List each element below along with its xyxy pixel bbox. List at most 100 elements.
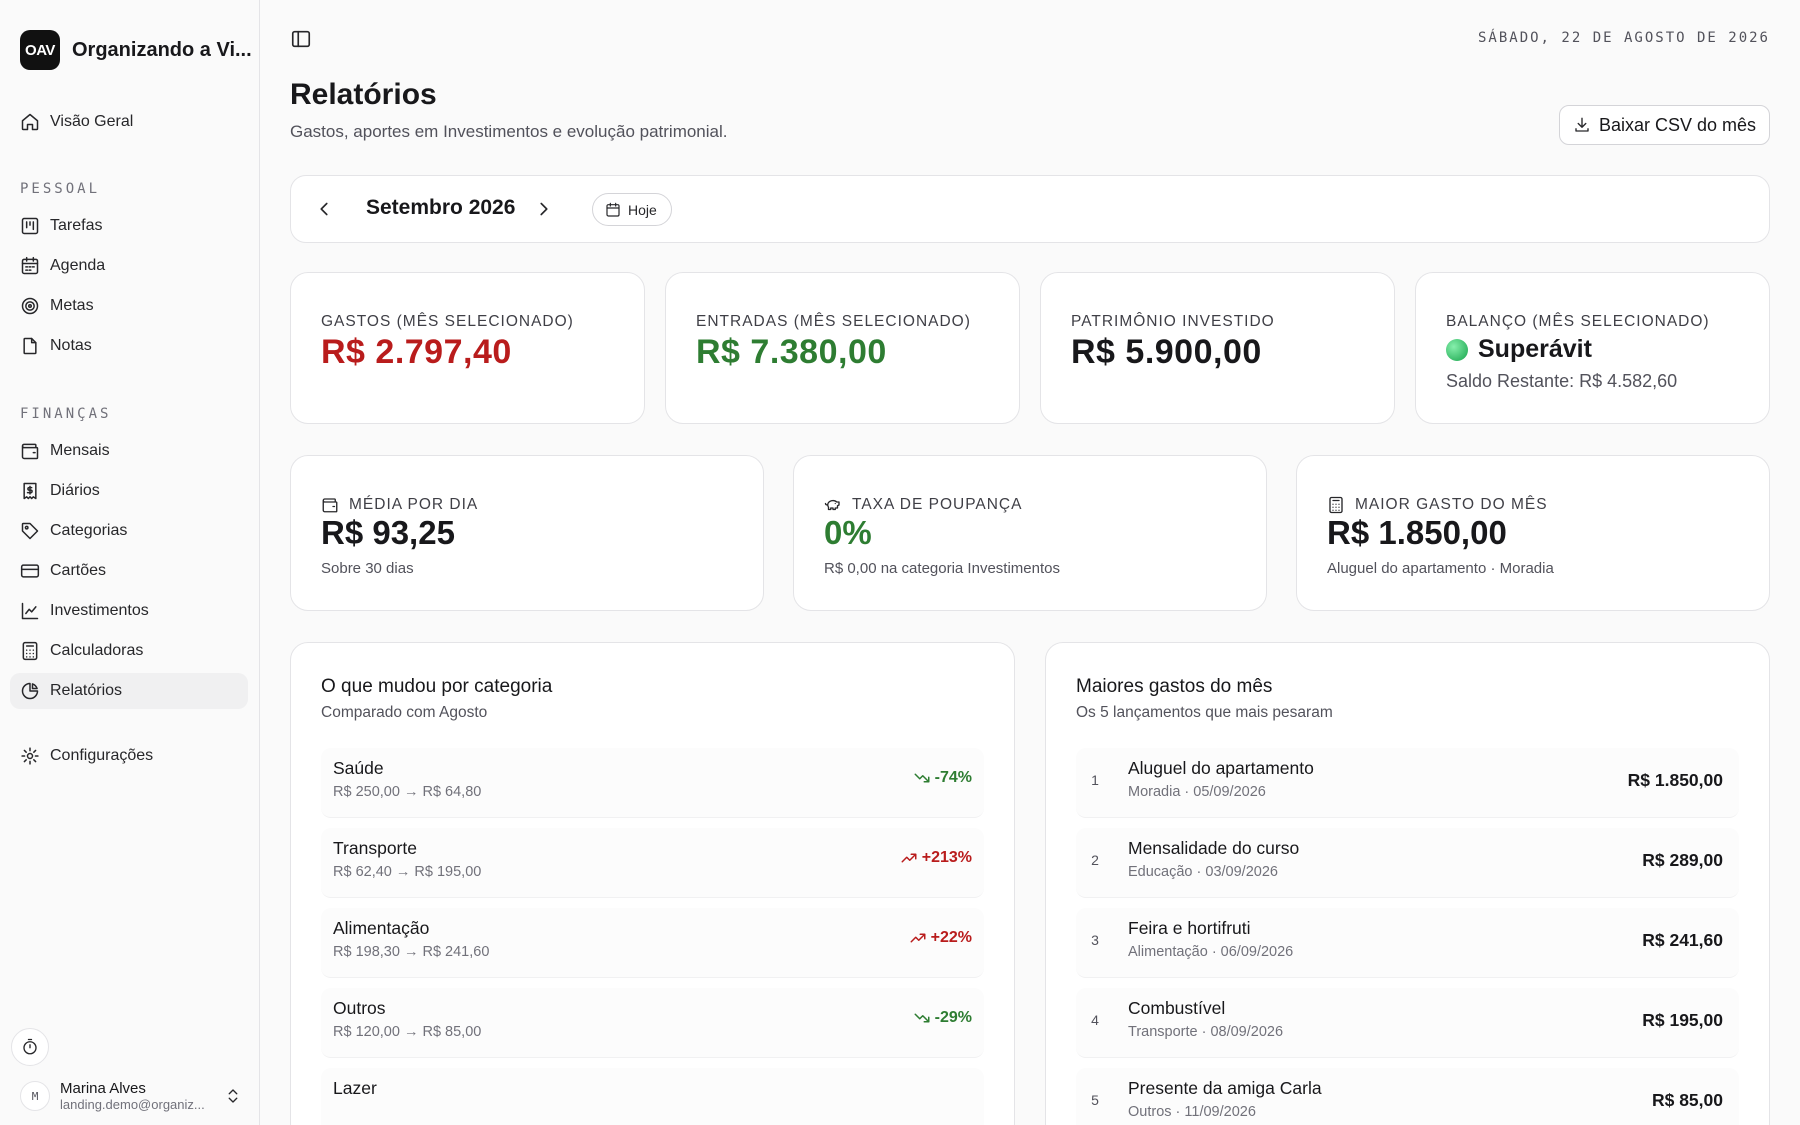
- user-name: Marina Alves: [60, 1080, 146, 1097]
- category-name: Alimentação: [333, 918, 430, 938]
- expense-name: Feira e hortifruti: [1128, 918, 1251, 938]
- expense-amount: R$ 85,00: [1651, 1090, 1723, 1110]
- balance-remaining: Saldo Restante: R$ 4.582,60: [1446, 371, 1678, 391]
- chevron-left-icon[interactable]: [313, 198, 335, 220]
- expense-rank: 4: [1091, 1012, 1099, 1028]
- metric-label: TAXA DE POUPANÇA: [824, 496, 1022, 514]
- panel-toggle-icon[interactable]: [290, 28, 312, 50]
- sidebar-item-label: Calculadoras: [50, 642, 144, 659]
- expense-detail: Outros · 11/09/2026: [1128, 1104, 1256, 1120]
- stat-label: PATRIMÔNIO INVESTIDO: [1071, 313, 1275, 330]
- sidebar-item-relatorios[interactable]: Relatórios: [10, 673, 248, 709]
- calendar-icon: [606, 202, 620, 217]
- top-expense-row: 4 Combustível Transporte · 08/09/2026 R$ 19…: [1076, 988, 1739, 1058]
- timer-button[interactable]: [11, 1028, 49, 1066]
- tag-icon: [21, 522, 39, 540]
- stat-card-invested: PATRIMÔNIO INVESTIDO R$ 5.900,00: [1040, 272, 1395, 424]
- expense-amount: R$ 289,00: [1642, 850, 1723, 870]
- sidebar-item-overview[interactable]: Visão Geral: [10, 104, 248, 140]
- sidebar-item-investimentos[interactable]: Investimentos: [10, 593, 248, 629]
- trending-up-icon: [901, 853, 917, 863]
- trending-up-icon: [910, 933, 926, 943]
- sidebar-item-label: Cartões: [50, 562, 107, 579]
- section-label-personal: PESSOAL: [20, 181, 101, 197]
- category-name: Saúde: [333, 758, 384, 778]
- category-change-row: Saúde R$ 250,00 → R$ 64,80 -74%: [321, 748, 984, 818]
- sidebar-item-label: Agenda: [50, 257, 106, 274]
- expense-detail: Transporte · 08/09/2026: [1128, 1024, 1284, 1040]
- chevron-right-icon[interactable]: [533, 198, 555, 220]
- download-csv-label: Baixar CSV do mês: [1598, 114, 1756, 135]
- balance-status-text: Superávit: [1478, 335, 1592, 363]
- category-values: R$ 198,30 → R$ 241,60: [333, 944, 490, 960]
- category-change-row: Transporte R$ 62,40 → R$ 195,00 +213%: [321, 828, 984, 898]
- expense-amount: R$ 195,00: [1642, 1010, 1723, 1030]
- stat-label: BALANÇO (MÊS SELECIONADO): [1446, 313, 1710, 330]
- metric-sub: R$ 0,00 na categoria Investimentos: [824, 560, 1060, 577]
- sidebar-item-cartoes[interactable]: Cartões: [10, 553, 248, 589]
- metric-label-text: TAXA DE POUPANÇA: [852, 496, 1023, 513]
- expense-amount: R$ 1.850,00: [1627, 770, 1723, 790]
- trending-down-icon: [914, 773, 930, 783]
- expense-name: Presente da amiga Carla: [1128, 1078, 1322, 1098]
- sidebar-item-label: Tarefas: [50, 217, 103, 234]
- stat-card-expenses: GASTOS (MÊS SELECIONADO) R$ 2.797,40: [290, 272, 645, 424]
- stat-card-balance: BALANÇO (MÊS SELECIONADO) Superávit Sald…: [1415, 272, 1770, 424]
- expense-detail: Alimentação · 06/09/2026: [1128, 944, 1294, 960]
- sidebar-item-calculadoras[interactable]: Calculadoras: [10, 633, 248, 669]
- sidebar-item-tarefas[interactable]: Tarefas: [10, 208, 248, 244]
- stat-value: R$ 7.380,00: [696, 333, 887, 371]
- expense-name: Mensalidade do curso: [1128, 838, 1300, 858]
- user-menu[interactable]: M Marina Alves landing.demo@organiz...: [20, 1076, 242, 1116]
- sidebar-item-notas[interactable]: Notas: [10, 328, 248, 364]
- note-icon: [23, 337, 37, 355]
- expense-detail: Moradia · 05/09/2026: [1128, 784, 1266, 800]
- balance-status: Superávit: [1446, 335, 1592, 364]
- sidebar-item-mensais[interactable]: Mensais: [10, 433, 248, 469]
- metric-sub: Aluguel do apartamento · Moradia: [1327, 560, 1554, 577]
- user-info: Marina Alves landing.demo@organiz...: [60, 1080, 210, 1112]
- metric-label-text: MAIOR GASTO DO MÊS: [1355, 496, 1548, 513]
- sidebar-item-agenda[interactable]: Agenda: [10, 248, 248, 284]
- category-change: +22%: [909, 929, 972, 947]
- sidebar-item-label: Mensais: [50, 442, 110, 459]
- kanban-icon: [21, 217, 39, 235]
- brand[interactable]: OAV Organizando a Vi...: [20, 30, 252, 70]
- category-change: -29%: [913, 1009, 972, 1027]
- category-change-row: Lazer: [321, 1068, 984, 1125]
- top-expense-row: 1 Aluguel do apartamento Moradia · 05/09/2…: [1076, 748, 1739, 818]
- stat-label: GASTOS (MÊS SELECIONADO): [321, 313, 574, 330]
- pie-chart-icon: [21, 682, 39, 700]
- today-label: Hoje: [628, 201, 657, 218]
- sidebar-item-categorias[interactable]: Categorias: [10, 513, 248, 549]
- expense-rank: 2: [1091, 852, 1099, 868]
- category-change: -74%: [913, 769, 972, 787]
- sidebar-item-label: Diários: [50, 482, 100, 499]
- line-chart-icon: [21, 602, 39, 620]
- category-name: Outros: [333, 998, 386, 1018]
- app-name: Organizando a Vi...: [72, 38, 252, 61]
- piggy-bank-icon: [824, 499, 840, 511]
- sidebar-item-configuracoes[interactable]: Configurações: [10, 738, 248, 774]
- category-changes-card: O que mudou por categoria Comparado com …: [290, 642, 1015, 1125]
- expense-amount: R$ 241,60: [1642, 930, 1723, 950]
- expense-name: Combustível: [1128, 998, 1226, 1018]
- card-subtitle: Os 5 lançamentos que mais pesaram: [1076, 704, 1333, 721]
- today-button[interactable]: Hoje: [592, 193, 672, 226]
- stat-value: R$ 2.797,40: [321, 333, 512, 371]
- category-change-value: +22%: [930, 929, 972, 946]
- category-values: R$ 62,40 → R$ 195,00: [333, 864, 482, 880]
- category-change-value: -74%: [934, 769, 972, 786]
- sidebar-item-label: Metas: [50, 297, 94, 314]
- selected-month: Setembro 2026: [366, 196, 516, 219]
- metric-value: R$ 1.850,00: [1327, 514, 1507, 551]
- metric-card-daily-average: MÉDIA POR DIA R$ 93,25 Sobre 30 dias: [290, 455, 764, 611]
- section-label-finance: FINANÇAS: [20, 406, 112, 422]
- card-subtitle: Comparado com Agosto: [321, 704, 488, 721]
- stat-value: R$ 5.900,00: [1071, 333, 1262, 371]
- metric-card-savings-rate: TAXA DE POUPANÇA 0% R$ 0,00 na categoria…: [793, 455, 1267, 611]
- receipt-icon: [23, 482, 37, 500]
- sidebar-item-metas[interactable]: Metas: [10, 288, 248, 324]
- download-csv-button[interactable]: Baixar CSV do mês: [1558, 105, 1770, 145]
- sidebar-item-diarios[interactable]: Diários: [10, 473, 248, 509]
